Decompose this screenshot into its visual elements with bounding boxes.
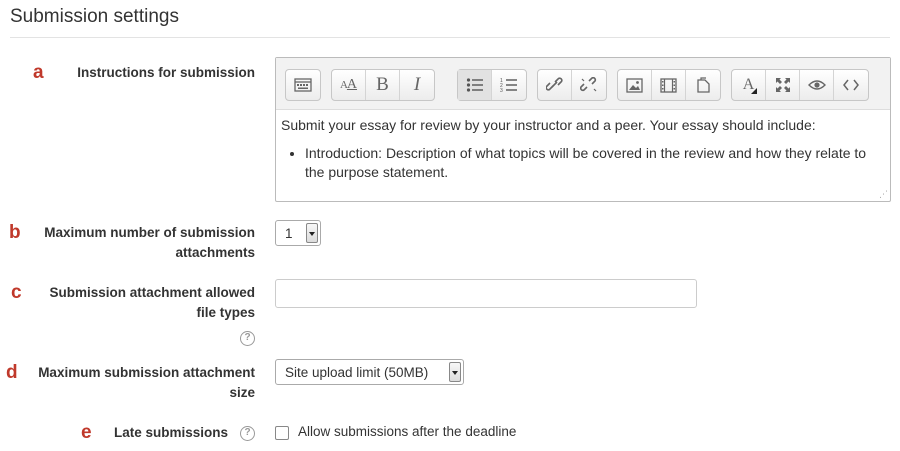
preview-icon[interactable]: [800, 70, 834, 100]
max-attachments-value: 1: [285, 225, 293, 241]
bullet-line-1: Introduction: Description of what topics…: [305, 145, 867, 161]
text-color-icon[interactable]: A: [732, 70, 766, 100]
fullscreen-icon[interactable]: [766, 70, 800, 100]
resize-handle-icon[interactable]: ⋰: [878, 189, 888, 199]
instructions-editor[interactable]: AA B I 123 A Submit your essay for revie…: [275, 57, 891, 202]
allow-late-checkbox[interactable]: [275, 426, 289, 440]
html-icon[interactable]: [834, 70, 868, 100]
help-icon[interactable]: ?: [240, 331, 255, 346]
unlink-icon[interactable]: [572, 70, 606, 100]
manage-files-icon[interactable]: [686, 70, 720, 100]
allow-late-label[interactable]: Allow submissions after the deadline: [298, 424, 516, 439]
marker-d: d: [6, 362, 18, 383]
media-icon[interactable]: [652, 70, 686, 100]
toolbar-toggle-icon[interactable]: [286, 70, 320, 100]
italic-icon[interactable]: I: [400, 70, 434, 100]
font-size-icon[interactable]: AA: [332, 70, 366, 100]
editor-toolbar: AA B I 123 A: [276, 58, 890, 110]
image-icon[interactable]: [618, 70, 652, 100]
file-types-input[interactable]: [275, 279, 697, 308]
section-title: Submission settings: [10, 6, 179, 27]
svg-text:3: 3: [500, 88, 503, 93]
section-divider: [10, 37, 890, 38]
file-types-label-line1: Submission attachment allowed: [49, 285, 255, 300]
unordered-list-icon[interactable]: [458, 70, 492, 100]
max-attachments-label-line1: Maximum number of submission: [44, 225, 255, 240]
editor-bullet-list: Introduction: Description of what topics…: [281, 144, 881, 182]
bold-icon[interactable]: B: [366, 70, 400, 100]
chevron-down-icon: [449, 362, 461, 382]
help-icon[interactable]: ?: [240, 426, 255, 441]
marker-a: a: [33, 62, 44, 83]
max-attachments-label-line2: attachments: [175, 245, 255, 260]
file-types-label-line2: file types: [196, 305, 255, 320]
max-size-label-line2: size: [229, 385, 255, 400]
max-size-value: Site upload limit (50MB): [285, 364, 429, 380]
list-item: Introduction: Description of what topics…: [305, 144, 881, 182]
marker-e: e: [81, 422, 92, 443]
editor-content[interactable]: Submit your essay for review by your ins…: [281, 116, 881, 182]
editor-paragraph: Submit your essay for review by your ins…: [281, 117, 816, 133]
max-attachments-select[interactable]: 1: [275, 220, 321, 246]
late-submissions-label: Late submissions: [113, 425, 228, 440]
bullet-line-2: the purpose statement.: [305, 164, 449, 180]
instructions-label: Instructions for submission: [77, 65, 255, 80]
link-icon[interactable]: [538, 70, 572, 100]
max-size-select[interactable]: Site upload limit (50MB): [275, 359, 464, 385]
chevron-down-icon: [306, 223, 318, 243]
marker-c: c: [11, 282, 22, 303]
ordered-list-icon[interactable]: 123: [492, 70, 526, 100]
marker-b: b: [9, 222, 21, 243]
max-size-label-line1: Maximum submission attachment: [38, 365, 255, 380]
